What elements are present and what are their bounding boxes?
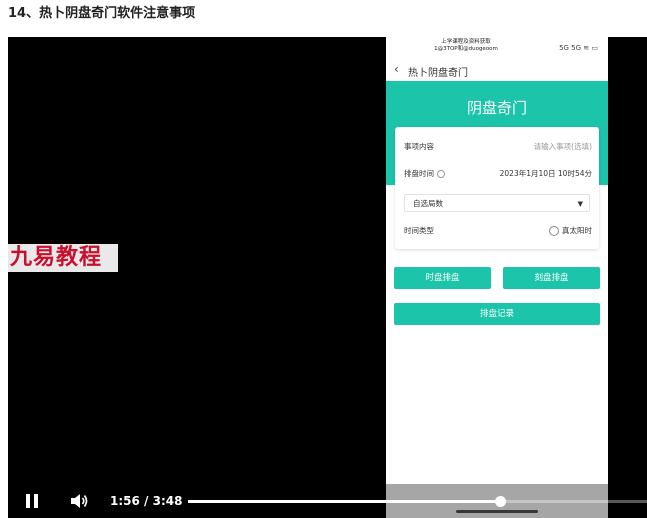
- status-bar: 上学课程及资料获取 1@3TOP和@duogeoom 5G 5G ≋ ▭: [386, 37, 608, 57]
- matter-row[interactable]: 事项内容 请输入事项(选填): [404, 139, 592, 155]
- select-value: 自选局数: [413, 199, 443, 208]
- seek-bar[interactable]: [188, 496, 647, 507]
- app-nav-bar: ‹ 热卜阴盘奇门: [386, 59, 608, 81]
- records-button[interactable]: 排盘记录: [394, 303, 600, 325]
- page-heading: 14、热卜阴盘奇门软件注意事项: [8, 6, 196, 21]
- time-value[interactable]: 2023年1月10日 10时54分: [500, 166, 592, 182]
- hero-title: 阴盘奇门: [466, 99, 527, 117]
- back-arrow-icon[interactable]: ‹: [394, 62, 399, 76]
- form-card: 事项内容 请输入事项(选填) 排盘时间 2023年1月10日 10时54分 自选…: [395, 127, 599, 249]
- status-icons: 5G 5G ≋ ▭: [559, 44, 598, 52]
- timetype-option-label: 真太阳时: [562, 226, 592, 235]
- nav-title: 热卜阴盘奇门: [408, 68, 468, 79]
- status-center-text: 上学课程及资料获取 1@3TOP和@duogeoom: [426, 39, 506, 53]
- round-select[interactable]: 自选局数 ▼: [404, 194, 590, 212]
- timetype-row: 时间类型 真太阳时: [404, 223, 592, 239]
- player-controls: 1:56 / 3:48: [8, 484, 647, 518]
- hour-plate-button[interactable]: 时盘排盘: [394, 267, 491, 289]
- pause-icon[interactable]: [24, 493, 40, 509]
- watermark-logo: 九易教程: [8, 244, 118, 272]
- video-player[interactable]: 九易教程 上学课程及资料获取 1@3TOP和@duogeoom 5G 5G ≋ …: [8, 37, 647, 518]
- time-radio-icon[interactable]: [437, 170, 445, 178]
- seek-handle[interactable]: [495, 496, 507, 507]
- time-separator: /: [144, 494, 149, 508]
- time-display: 1:56 / 3:48: [110, 493, 182, 509]
- timetype-label: 时间类型: [404, 226, 434, 235]
- timetype-option[interactable]: 真太阳时: [549, 223, 592, 239]
- radio-icon[interactable]: [549, 226, 559, 236]
- time-row[interactable]: 排盘时间 2023年1月10日 10时54分: [404, 166, 592, 182]
- matter-input[interactable]: 请输入事项(选填): [534, 139, 592, 155]
- dropdown-caret-icon: ▼: [577, 200, 583, 208]
- status-line-2: 1@3TOP和@duogeoom: [434, 46, 498, 52]
- time-label: 排盘时间: [404, 169, 434, 178]
- matter-label: 事项内容: [404, 142, 434, 151]
- quarter-plate-button[interactable]: 刻盘排盘: [503, 267, 600, 289]
- phone-screen: 上学课程及资料获取 1@3TOP和@duogeoom 5G 5G ≋ ▭ ‹ 热…: [386, 37, 608, 518]
- duration: 3:48: [152, 494, 183, 508]
- volume-icon[interactable]: [70, 492, 90, 510]
- current-time: 1:56: [110, 494, 140, 508]
- seek-progress: [188, 500, 501, 503]
- status-line-1: 上学课程及资料获取: [441, 39, 491, 45]
